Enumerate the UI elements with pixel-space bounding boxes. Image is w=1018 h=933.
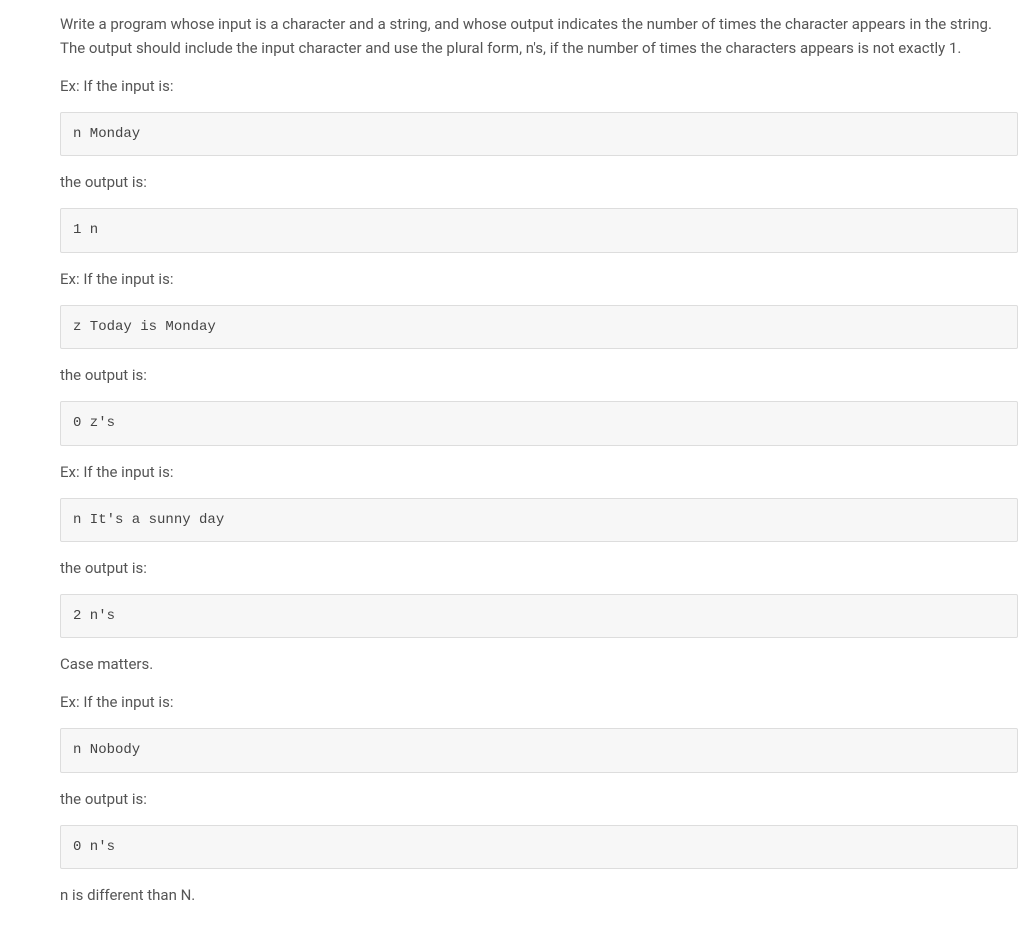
example-1-input-label: Ex: If the input is: <box>60 74 1018 98</box>
example-4-input-label: Ex: If the input is: <box>60 690 1018 714</box>
example-4-output-code: 0 n's <box>60 825 1018 869</box>
example-1-output-label: the output is: <box>60 170 1018 194</box>
example-3-input-code: n It's a sunny day <box>60 498 1018 542</box>
example-3-input-label: Ex: If the input is: <box>60 460 1018 484</box>
example-1-output-code: 1 n <box>60 208 1018 252</box>
example-1-input-code: n Monday <box>60 112 1018 156</box>
example-2-output-code: 0 z's <box>60 401 1018 445</box>
example-2-output-label: the output is: <box>60 363 1018 387</box>
case-matters-note: Case matters. <box>60 652 1018 676</box>
final-note: n is different than N. <box>60 883 1018 907</box>
example-2-input-code: z Today is Monday <box>60 305 1018 349</box>
example-4-input-code: n Nobody <box>60 728 1018 772</box>
problem-description: Write a program whose input is a charact… <box>60 12 1018 60</box>
example-3-output-code: 2 n's <box>60 594 1018 638</box>
example-4-output-label: the output is: <box>60 787 1018 811</box>
example-3-output-label: the output is: <box>60 556 1018 580</box>
example-2-input-label: Ex: If the input is: <box>60 267 1018 291</box>
